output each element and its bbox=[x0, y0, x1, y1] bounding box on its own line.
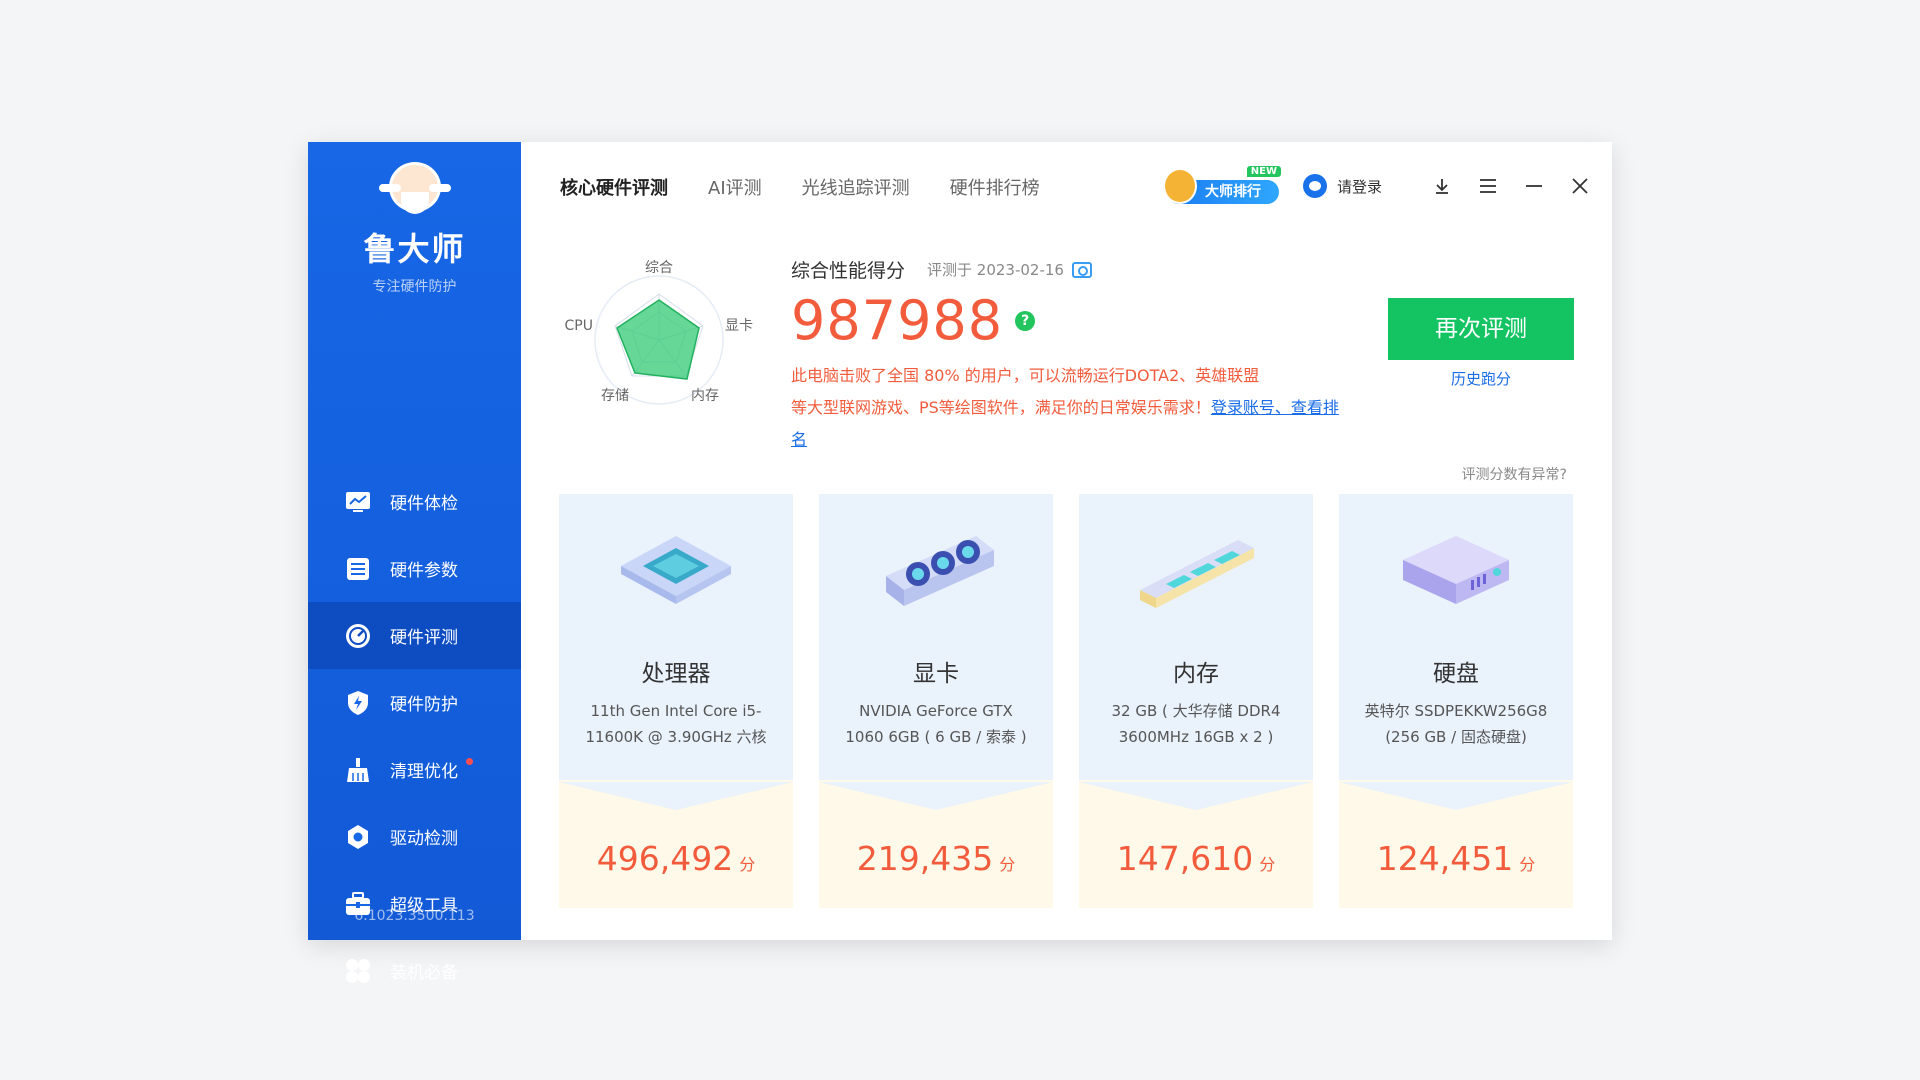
card-desc: 英特尔 SSDPEKKW256G8 (256 GB / 固态硬盘) bbox=[1364, 702, 1548, 746]
ram-stick-icon bbox=[1079, 516, 1313, 636]
sidebar-item-label: 装机必备 bbox=[390, 963, 458, 983]
card-score-value: 219,435 bbox=[856, 839, 994, 878]
score-desc-line2: 等大型联网游戏、PS等绘图软件，满足你的日常娱乐需求！ bbox=[791, 398, 1211, 417]
tab-hardware-ranking[interactable]: 硬件排行榜 bbox=[950, 174, 1040, 200]
radar-label-storage: 存储 bbox=[601, 388, 629, 404]
monitor-chart-icon bbox=[344, 488, 372, 516]
history-scores-link[interactable]: 历史跑分 bbox=[1388, 368, 1574, 389]
card-disk[interactable]: 硬盘 英特尔 SSDPEKKW256G8 (256 GB / 固态硬盘) 124… bbox=[1339, 494, 1573, 908]
app-name: 鲁大师 bbox=[363, 230, 466, 268]
list-settings-icon bbox=[344, 555, 372, 583]
sidebar-item-hardware-benchmark[interactable]: 硬件评测 bbox=[308, 602, 521, 669]
app-tagline: 专注硬件防护 bbox=[372, 279, 457, 295]
performance-radar: 综合 CPU 显卡 存储 内存 bbox=[565, 260, 753, 405]
trophy-avatar-icon bbox=[1162, 168, 1197, 204]
sidebar-item-label: 硬件参数 bbox=[390, 561, 458, 581]
app-window: 鲁大师 专注硬件防护 硬件体检 硬件参数 硬件评测 硬件防护 清理优化 驱动检测… bbox=[308, 142, 1612, 983]
app-logo: 鲁大师 专注硬件防护 bbox=[308, 142, 521, 296]
card-title: 硬盘 bbox=[1433, 661, 1479, 687]
sidebar-item-label: 硬件体检 bbox=[390, 494, 458, 514]
close-icon[interactable] bbox=[1568, 174, 1592, 198]
sidebar: 鲁大师 专注硬件防护 硬件体检 硬件参数 硬件评测 硬件防护 清理优化 驱动检测… bbox=[308, 142, 521, 983]
card-score-unit: 分 bbox=[1519, 855, 1536, 874]
sidebar-item-clean-optimize[interactable]: 清理优化 bbox=[308, 736, 521, 803]
card-cpu[interactable]: 处理器 11th Gen Intel Core i5-11600K @ 3.90… bbox=[559, 494, 793, 908]
graphics-card-icon bbox=[819, 516, 1053, 636]
card-title: 显卡 bbox=[913, 661, 959, 687]
sidebar-item-hardware-protect[interactable]: 硬件防护 bbox=[308, 669, 521, 736]
hard-drive-icon bbox=[1339, 516, 1573, 636]
sidebar-item-label: 驱动检测 bbox=[390, 829, 458, 849]
hardware-cards: 处理器 11th Gen Intel Core i5-11600K @ 3.90… bbox=[559, 494, 1573, 908]
minimize-icon[interactable] bbox=[1522, 174, 1546, 198]
notification-dot bbox=[466, 758, 473, 765]
total-score: 987988 bbox=[791, 289, 1004, 352]
sidebar-item-hardware-check[interactable]: 硬件体检 bbox=[308, 468, 521, 535]
card-score: 124,451 分 bbox=[1339, 839, 1573, 878]
card-memory[interactable]: 内存 32 GB ( 大华存储 DDR4 3600MHz 16GB x 2 ) … bbox=[1079, 494, 1313, 908]
sidebar-item-essentials[interactable]: 装机必备 bbox=[308, 937, 521, 1004]
sidebar-item-super-tools[interactable]: 超级工具 bbox=[308, 870, 521, 937]
card-score-value: 147,610 bbox=[1116, 839, 1254, 878]
retest-button[interactable]: 再次评测 bbox=[1388, 298, 1574, 360]
card-score-unit: 分 bbox=[739, 855, 756, 874]
score-description: 此电脑击败了全国 80% 的用户，可以流畅运行DOTA2、英雄联盟 等大型联网游… bbox=[791, 360, 1351, 456]
screenshot-icon[interactable] bbox=[1071, 261, 1092, 278]
score-title: 综合性能得分 bbox=[791, 260, 906, 282]
mascot-logo-icon bbox=[375, 162, 455, 220]
gear-icon bbox=[344, 823, 372, 851]
sidebar-item-label: 硬件防护 bbox=[390, 695, 458, 715]
radar-label-memory: 内存 bbox=[691, 388, 719, 404]
broom-icon bbox=[344, 756, 372, 784]
sidebar-item-driver-check[interactable]: 驱动检测 bbox=[308, 803, 521, 870]
tab-core-hardware[interactable]: 核心硬件评测 bbox=[560, 174, 668, 200]
apps-grid-icon bbox=[344, 957, 372, 985]
card-score-value: 124,451 bbox=[1376, 839, 1514, 878]
tab-ai-benchmark[interactable]: AI评测 bbox=[708, 174, 762, 200]
menu-icon[interactable] bbox=[1476, 174, 1500, 198]
radar-label-cpu: CPU bbox=[565, 318, 593, 334]
sidebar-item-label: 硬件评测 bbox=[390, 628, 458, 648]
benchmark-date: 评测于 2023-02-16 bbox=[927, 261, 1064, 279]
sidebar-item-hardware-params[interactable]: 硬件参数 bbox=[308, 535, 521, 602]
card-score: 219,435 分 bbox=[819, 839, 1053, 878]
help-icon[interactable]: ? bbox=[1015, 310, 1036, 331]
card-score-value: 496,492 bbox=[596, 839, 734, 878]
version-label: 6.1023.3500.113 bbox=[354, 908, 475, 924]
card-score: 496,492 分 bbox=[559, 839, 793, 878]
login-label: 请登录 bbox=[1336, 177, 1382, 196]
user-avatar-icon bbox=[1302, 174, 1327, 198]
score-anomaly-link[interactable]: 评测分数有异常? bbox=[1462, 464, 1567, 484]
top-bar: 核心硬件评测 AI评测 光线追踪评测 硬件排行榜 大师排行 NEW 请登录 bbox=[521, 142, 1612, 232]
card-desc: NVIDIA GeForce GTX 1060 6GB ( 6 GB / 索泰 … bbox=[845, 702, 1027, 746]
card-title: 处理器 bbox=[641, 661, 711, 687]
new-badge: NEW bbox=[1246, 166, 1281, 177]
main-panel: 核心硬件评测 AI评测 光线追踪评测 硬件排行榜 大师排行 NEW 请登录 综合… bbox=[521, 142, 1612, 940]
score-desc-line1: 此电脑击败了全国 80% 的用户，可以流畅运行DOTA2、英雄联盟 bbox=[791, 366, 1260, 385]
speedometer-icon bbox=[344, 622, 372, 650]
login-button[interactable]: 请登录 bbox=[1302, 174, 1382, 198]
card-gpu[interactable]: 显卡 NVIDIA GeForce GTX 1060 6GB ( 6 GB / … bbox=[819, 494, 1053, 908]
cpu-chip-icon bbox=[559, 516, 793, 636]
card-desc: 11th Gen Intel Core i5-11600K @ 3.90GHz … bbox=[585, 702, 767, 746]
card-score-unit: 分 bbox=[1259, 855, 1276, 874]
radar-label-gpu: 显卡 bbox=[725, 318, 753, 334]
card-title: 内存 bbox=[1173, 661, 1219, 687]
card-score: 147,610 分 bbox=[1079, 839, 1313, 878]
card-score-unit: 分 bbox=[999, 855, 1016, 874]
shield-bolt-icon bbox=[344, 689, 372, 717]
download-icon[interactable] bbox=[1430, 174, 1454, 198]
tab-ray-tracing[interactable]: 光线追踪评测 bbox=[802, 174, 910, 200]
score-summary: 综合性能得分 评测于 2023-02-16 987988 ? 此电脑击败了全国 … bbox=[791, 256, 1351, 456]
card-desc: 32 GB ( 大华存储 DDR4 3600MHz 16GB x 2 ) bbox=[1111, 702, 1281, 746]
radar-label-overall: 综合 bbox=[645, 260, 673, 276]
sidebar-item-label: 清理优化 bbox=[390, 762, 458, 782]
master-ranking-button[interactable]: 大师排行 NEW bbox=[1162, 166, 1281, 204]
window-controls: 大师排行 NEW 请登录 bbox=[1162, 166, 1592, 206]
